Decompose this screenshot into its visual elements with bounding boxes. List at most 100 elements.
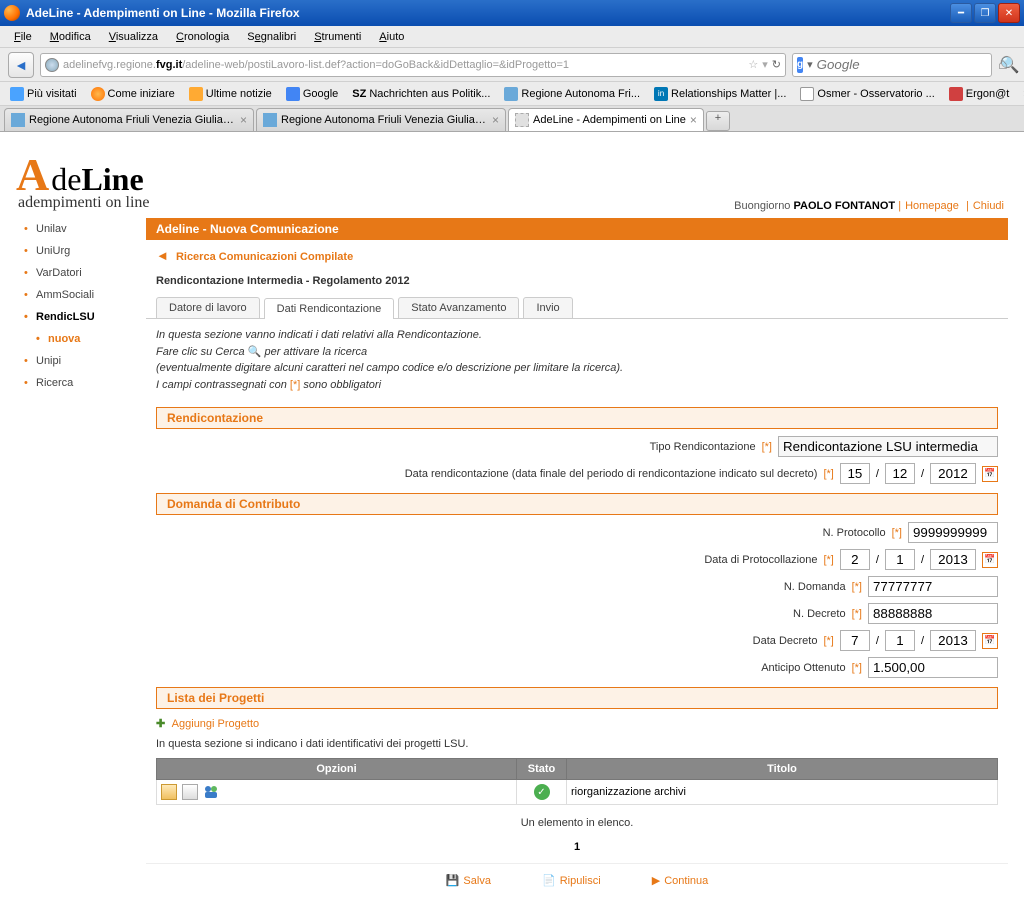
sidebar-item-uniurg[interactable]: UniUrg <box>16 240 146 262</box>
anticipo-field[interactable] <box>868 657 998 678</box>
chiudi-link[interactable]: Chiudi <box>973 200 1004 212</box>
menu-cronologia[interactable]: Cronologia <box>168 29 237 45</box>
menu-visualizza[interactable]: Visualizza <box>101 29 166 45</box>
tab-regione-1[interactable]: Regione Autonoma Friuli Venezia Giulia -… <box>4 108 254 131</box>
sidebar-item-unilav[interactable]: Unilav <box>16 218 146 240</box>
new-tab-button[interactable]: + <box>706 111 730 131</box>
sidebar-item-ricerca[interactable]: Ricerca <box>16 372 146 394</box>
menu-aiuto[interactable]: Aiuto <box>371 29 412 45</box>
th-titolo: Titolo <box>567 759 998 780</box>
tab-favicon <box>263 113 277 127</box>
sidebar-item-ammsociali[interactable]: AmmSociali <box>16 284 146 306</box>
menu-file[interactable]: File <box>6 29 40 45</box>
search-bar[interactable]: g ▾ 🔍 <box>792 53 992 77</box>
firefox-icon <box>4 5 20 21</box>
bookmark-ultime-notizie[interactable]: Ultime notizie <box>183 85 278 103</box>
window-titlebar: AdeLine - Adempimenti on Line - Mozilla … <box>0 0 1024 26</box>
bookmark-osmer[interactable]: Osmer - Osservatorio ... <box>794 85 940 103</box>
tab-regione-2[interactable]: Regione Autonoma Friuli Venezia Giulia -… <box>256 108 506 131</box>
maximize-button[interactable]: ❐ <box>974 3 996 23</box>
ndecreto-field[interactable] <box>868 603 998 624</box>
people-icon[interactable] <box>203 784 219 800</box>
data-prot-month[interactable] <box>885 549 915 570</box>
data-decreto-month[interactable] <box>885 630 915 651</box>
bookmark-piu-visitati[interactable]: Più visitati <box>4 85 83 103</box>
adeline-logo: AdeLine <box>16 152 150 198</box>
search-input[interactable] <box>817 57 996 72</box>
urlbar[interactable]: adelinefvg.regione.fvg.it/adeline-web/po… <box>40 53 786 77</box>
sidebar-item-rendiclsu[interactable]: RendicLSU <box>16 306 146 328</box>
tab-close-icon[interactable]: × <box>240 113 247 127</box>
back-button[interactable]: ◄ <box>8 52 34 78</box>
bookmarks-overflow-icon[interactable]: » <box>1017 88 1024 100</box>
bookmark-come-iniziare[interactable]: Come iniziare <box>85 85 181 103</box>
edit-icon[interactable] <box>182 784 198 800</box>
site-identity-icon[interactable] <box>45 58 59 72</box>
menu-strumenti[interactable]: Strumenti <box>306 29 369 45</box>
tab-favicon <box>515 113 529 127</box>
clean-icon: 📄 <box>542 875 556 887</box>
logo-subtitle: adempimenti on line <box>18 194 150 212</box>
data-rend-day[interactable] <box>840 463 870 484</box>
subtab-invio[interactable]: Invio <box>523 297 572 318</box>
ndomanda-label: N. Domanda <box>784 581 846 593</box>
homepage-link[interactable]: Homepage <box>905 200 959 212</box>
bookmark-linkedin[interactable]: inRelationships Matter |... <box>648 85 792 103</box>
pager-current: 1 <box>146 837 1008 857</box>
sidebar-item-nuova[interactable]: nuova <box>16 328 146 350</box>
tab-bar: Regione Autonoma Friuli Venezia Giulia -… <box>0 106 1024 132</box>
minimize-button[interactable]: ━ <box>950 3 972 23</box>
th-stato: Stato <box>517 759 567 780</box>
data-prot-year[interactable] <box>930 549 976 570</box>
data-rend-year[interactable] <box>930 463 976 484</box>
close-window-button[interactable]: ✕ <box>998 3 1020 23</box>
url-text: adelinefvg.regione.fvg.it/adeline-web/po… <box>63 59 744 71</box>
subtab-stato[interactable]: Stato Avanzamento <box>398 297 519 318</box>
dropdown-icon[interactable]: ▾ <box>762 58 768 71</box>
search-dropdown-icon[interactable]: ▾ <box>807 58 813 71</box>
calendar-icon[interactable]: 📅 <box>982 633 998 649</box>
back-arrow-icon: ◄ <box>156 248 169 263</box>
menu-modifica[interactable]: Modifica <box>42 29 99 45</box>
projects-table: Opzioni Stato Titolo <box>156 758 998 805</box>
bookmark-regione-fvg[interactable]: Regione Autonoma Fri... <box>498 85 646 103</box>
note-icon[interactable] <box>161 784 177 800</box>
anticipo-label: Anticipo Ottenuto <box>761 662 845 674</box>
reload-icon[interactable]: ↻ <box>772 58 781 71</box>
section-domanda: Domanda di Contributo <box>156 493 998 515</box>
bookmark-star-icon[interactable]: ☆ <box>748 58 758 71</box>
ricerca-comunicazioni-link[interactable]: Ricerca Comunicazioni Compilate <box>176 251 353 263</box>
bookmark-ergonat[interactable]: Ergon@t <box>943 85 1016 103</box>
data-rend-month[interactable] <box>885 463 915 484</box>
th-opzioni: Opzioni <box>157 759 517 780</box>
data-decreto-year[interactable] <box>930 630 976 651</box>
continua-button[interactable]: ▶Continua <box>652 875 709 887</box>
tab-close-icon[interactable]: × <box>690 113 697 127</box>
nprotocollo-label: N. Protocollo <box>823 527 886 539</box>
salva-button[interactable]: 💾Salva <box>446 875 491 887</box>
subtab-dati[interactable]: Dati Rendicontazione <box>264 298 395 319</box>
menubar: File Modifica Visualizza Cronologia Segn… <box>0 26 1024 48</box>
calendar-icon[interactable]: 📅 <box>982 466 998 482</box>
aggiungi-progetto-link[interactable]: Aggiungi Progetto <box>172 718 259 730</box>
bookmark-sz[interactable]: SZ Nachrichten aus Politik... <box>346 86 496 102</box>
sidebar-item-vardatori[interactable]: VarDatori <box>16 262 146 284</box>
bookmark-google[interactable]: Google <box>280 85 344 103</box>
sidebar-item-unipi[interactable]: Unipi <box>16 350 146 372</box>
tab-adeline[interactable]: AdeLine - Adempimenti on Line × <box>508 108 704 131</box>
data-decreto-day[interactable] <box>840 630 870 651</box>
row-titolo: riorganizzazione archivi <box>567 780 998 805</box>
data-prot-day[interactable] <box>840 549 870 570</box>
ndomanda-field[interactable] <box>868 576 998 597</box>
calendar-icon[interactable]: 📅 <box>982 552 998 568</box>
page-title: Rendicontazione Intermedia - Regolamento… <box>146 271 1008 297</box>
subtab-datore[interactable]: Datore di lavoro <box>156 297 260 318</box>
nprotocollo-field[interactable] <box>908 522 998 543</box>
home-button[interactable]: ⌂ <box>998 56 1016 74</box>
ripulisci-button[interactable]: 📄Ripulisci <box>542 875 601 887</box>
menu-segnalibri[interactable]: Segnalibri <box>239 29 304 45</box>
tipo-rendicontazione-field <box>778 436 998 457</box>
tab-close-icon[interactable]: × <box>492 113 499 127</box>
data-decreto-label: Data Decreto <box>753 635 818 647</box>
window-title: AdeLine - Adempimenti on Line - Mozilla … <box>26 6 950 20</box>
